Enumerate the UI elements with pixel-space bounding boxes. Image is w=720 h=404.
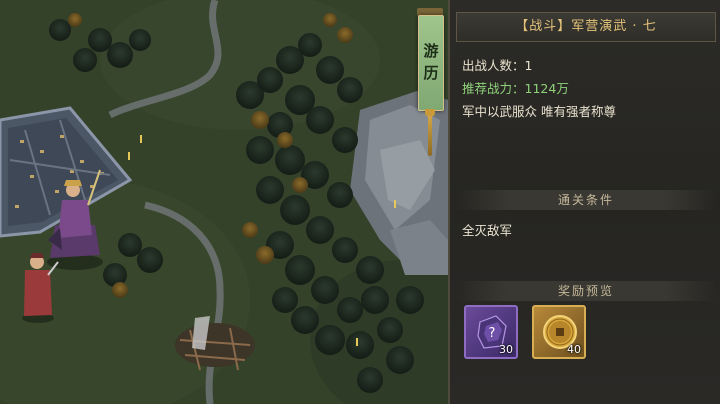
participants-value: 1	[524, 58, 533, 73]
reward-count: 30	[499, 343, 513, 356]
banner-body: 游 历	[418, 15, 444, 111]
clear-condition-text: 全灭敌军	[462, 223, 513, 238]
reward-item-gold-coin[interactable]: 40	[532, 305, 586, 359]
recommended-power-row: 推荐战力：1124万	[462, 78, 569, 97]
rewards-header: 奖励预览	[456, 281, 716, 301]
participants-label: 出战人数：	[462, 58, 525, 73]
recommended-power-value: 1124万	[524, 81, 569, 96]
map-terrain	[0, 0, 448, 404]
panel-title: 【战斗】军营演武 · 七	[515, 19, 657, 34]
battle-description: 军中以武服众 唯有强者称尊	[462, 104, 616, 119]
world-map[interactable]	[0, 0, 448, 404]
panel-title-bar: 【战斗】军营演武 · 七	[456, 12, 716, 42]
battle-info-panel: 【战斗】军营演武 · 七 出战人数：1 推荐战力：1124万 军中以武服众 唯有…	[448, 0, 720, 404]
reward-count: 40	[567, 343, 581, 356]
banner-label: 游 历	[423, 42, 439, 82]
banner-tassel	[428, 116, 432, 156]
recommended-power-label: 推荐战力：	[462, 81, 525, 96]
game-scene: 游 历 【战斗】军营演武 · 七 出战人数：1 推荐战力：1124万 军中以武服…	[0, 0, 720, 404]
journey-banner[interactable]: 游 历	[415, 0, 445, 160]
participants-row: 出战人数：1	[462, 55, 532, 74]
clear-condition-header: 通关条件	[456, 190, 716, 210]
svg-text:?: ?	[489, 326, 496, 341]
reward-item-mystery[interactable]: ? 30	[464, 305, 518, 359]
